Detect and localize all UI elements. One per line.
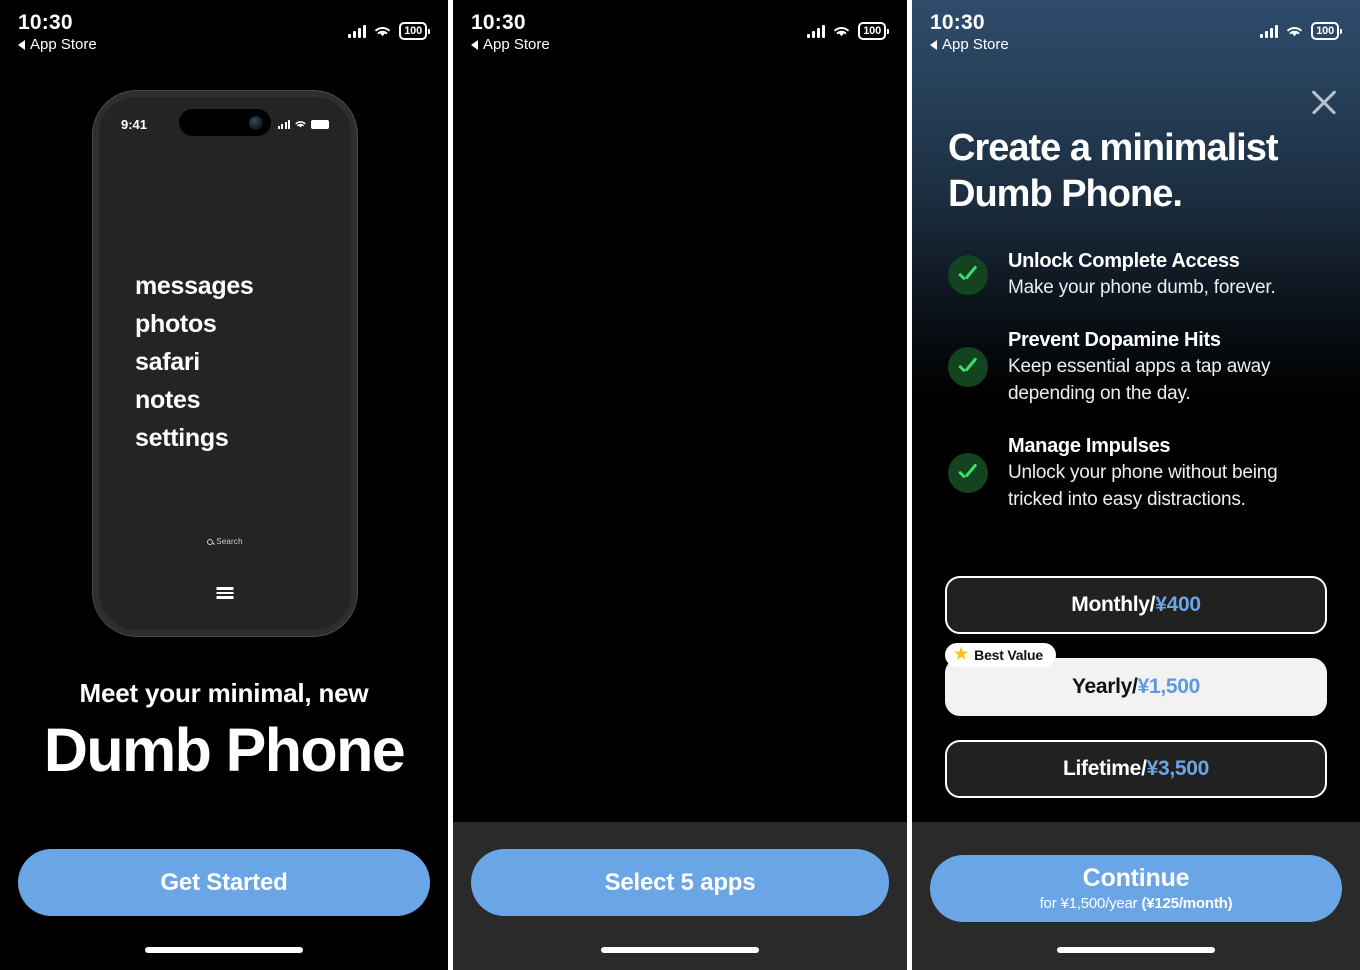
phone-cellular-icon	[277, 119, 290, 129]
close-icon[interactable]	[1308, 86, 1340, 118]
phone-search-button[interactable]: Search	[99, 537, 351, 546]
continue-sub-bold: (¥125/month)	[1141, 895, 1233, 912]
plan-monthly[interactable]: Monthly / ¥400	[945, 576, 1327, 634]
feature-item: Prevent Dopamine Hits Keep essential app…	[948, 327, 1334, 407]
back-triangle-icon	[930, 40, 937, 50]
home-indicator	[145, 947, 303, 953]
intro-title: Dumb Phone	[43, 716, 406, 784]
phone-time: 9:41	[121, 116, 148, 132]
back-label: App Store	[483, 36, 550, 53]
plan-price: ¥3,500	[1146, 757, 1210, 780]
plan-price: ¥1,500	[1137, 675, 1201, 698]
status-bar: 10:30 App Store 100	[0, 0, 448, 64]
status-bar: 10:30 App Store 100	[453, 0, 907, 64]
star-icon: ★	[954, 646, 969, 663]
status-bar-indicators: 100	[807, 22, 889, 40]
feature-heading: Manage Impulses	[1008, 435, 1171, 457]
get-started-button[interactable]: Get Started	[18, 849, 430, 916]
feature-detail: Unlock your phone without being tricked …	[1008, 462, 1278, 510]
phone-screen: 9:41 messages photos safari notes settin…	[99, 97, 351, 630]
phone-app-item[interactable]: messages	[135, 267, 254, 305]
wifi-icon	[1287, 26, 1303, 37]
phone-app-item[interactable]: settings	[135, 419, 254, 457]
wifi-icon	[834, 26, 850, 37]
continue-button[interactable]: Continue for ¥1,500/year (¥125/month)	[930, 855, 1342, 922]
plan-options: Monthly / ¥400 ★ Best Value Yearly / ¥1,…	[945, 576, 1327, 822]
status-bar-indicators: 100	[1260, 22, 1342, 40]
back-label: App Store	[30, 36, 97, 53]
intro-tagline: Meet your minimal, new	[79, 678, 369, 708]
back-triangle-icon	[471, 40, 478, 50]
check-badge-icon	[948, 453, 988, 493]
best-value-label: Best Value	[974, 647, 1043, 663]
paywall-screen: 10:30 App Store 100 Create a minimalist …	[912, 0, 1360, 970]
phone-mockup: 9:41 messages photos safari notes settin…	[93, 91, 357, 636]
feature-heading: Prevent Dopamine Hits	[1008, 329, 1221, 351]
plan-lifetime[interactable]: Lifetime / ¥3,500	[945, 740, 1327, 798]
cellular-bars-icon	[1260, 24, 1279, 38]
front-camera-icon	[249, 115, 263, 130]
onboarding-intro-screen: 10:30 App Store 100 9:41 messages photos…	[0, 0, 448, 970]
feature-heading: Unlock Complete Access	[1008, 250, 1240, 272]
search-icon	[207, 538, 214, 545]
wifi-icon	[375, 26, 391, 37]
status-bar: 10:30 App Store 100	[912, 0, 1360, 64]
battery-icon: 100	[858, 22, 889, 40]
home-indicator	[601, 947, 759, 953]
check-badge-icon	[948, 347, 988, 387]
cellular-bars-icon	[807, 24, 826, 38]
pick-apps-screen: 10:30 App Store 100 Select 5 apps	[453, 0, 907, 970]
plan-yearly[interactable]: ★ Best Value Yearly / ¥1,500	[945, 643, 1327, 716]
continue-label: Continue	[1082, 864, 1190, 892]
phone-app-item[interactable]: safari	[135, 343, 254, 381]
continue-sub-prefix: for ¥1,500/year	[1039, 895, 1142, 912]
phone-app-item[interactable]: photos	[135, 305, 254, 343]
dynamic-island	[179, 109, 271, 136]
plan-price: ¥400	[1155, 593, 1201, 616]
continue-subtitle: for ¥1,500/year (¥125/month)	[1040, 894, 1233, 913]
phone-app-list: messages photos safari notes settings	[135, 267, 254, 457]
battery-icon: 100	[1311, 22, 1342, 40]
cellular-bars-icon	[348, 24, 367, 38]
select-apps-button[interactable]: Select 5 apps	[471, 849, 889, 916]
phone-app-item[interactable]: notes	[135, 381, 254, 419]
battery-level: 100	[1311, 22, 1339, 40]
plan-label: Monthly	[1071, 593, 1150, 616]
plan-label: Lifetime	[1062, 757, 1142, 780]
home-indicator	[1057, 947, 1215, 953]
back-triangle-icon	[18, 40, 25, 50]
battery-level: 100	[399, 22, 427, 40]
phone-wifi-icon	[295, 121, 306, 128]
plan-label: Yearly	[1071, 675, 1133, 698]
check-badge-icon	[948, 254, 988, 295]
phone-search-label: Search	[216, 537, 243, 546]
feature-list: Unlock Complete Access Make your phone d…	[948, 248, 1334, 539]
hamburger-menu-icon[interactable]	[216, 587, 234, 599]
feature-item: Manage Impulses Unlock your phone withou…	[948, 433, 1334, 513]
feature-detail: Keep essential apps a tap away depending…	[1008, 356, 1271, 404]
status-bar-indicators: 100	[348, 22, 430, 40]
feature-item: Unlock Complete Access Make your phone d…	[948, 248, 1334, 301]
phone-battery-icon	[311, 119, 329, 129]
best-value-badge: ★ Best Value	[945, 643, 1056, 667]
screenshot-collage: 10:30 App Store 100 9:41 messages photos…	[0, 0, 1360, 970]
feature-detail: Make your phone dumb, forever.	[1008, 277, 1276, 298]
battery-icon: 100	[399, 22, 430, 40]
battery-level: 100	[858, 22, 886, 40]
paywall-title: Create a minimalist Dumb Phone.	[948, 127, 1278, 215]
back-label: App Store	[942, 36, 1009, 53]
